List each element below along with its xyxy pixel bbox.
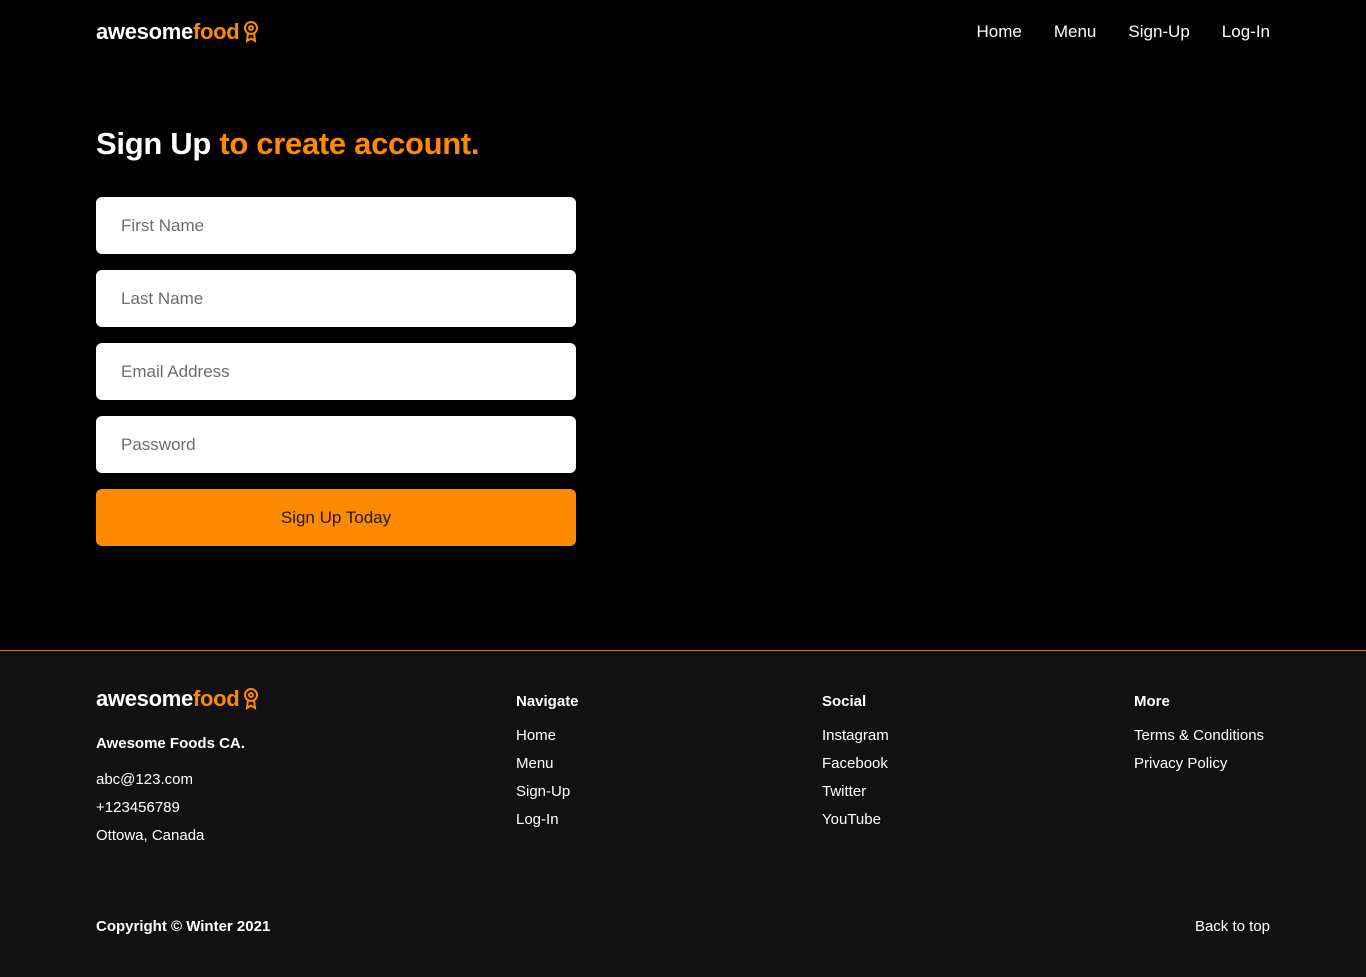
copyright-text: Copyright © Winter 2021	[96, 918, 271, 935]
footer-more-heading: More	[1134, 693, 1170, 710]
footer-social-heading: Social	[822, 693, 867, 710]
main-nav: Home Menu Sign-Up Log-In	[976, 22, 1270, 42]
footer-link-log-in[interactable]: Log-In	[516, 810, 579, 838]
footer-social-column: Social Instagram Facebook Twitter YouTub…	[822, 693, 889, 838]
footer-link-privacy[interactable]: Privacy Policy	[1134, 754, 1264, 782]
footer-link-home[interactable]: Home	[516, 726, 579, 754]
nav-home[interactable]: Home	[976, 22, 1021, 42]
first-name-input[interactable]	[96, 197, 576, 254]
brand-name-part1: awesome	[96, 19, 193, 44]
password-input[interactable]	[96, 416, 576, 473]
nav-menu[interactable]: Menu	[1054, 22, 1097, 42]
brand-name-part2: food	[192, 19, 240, 44]
contact-email: abc@123.com	[96, 771, 193, 788]
back-to-top-link[interactable]: Back to top	[1195, 918, 1270, 935]
company-name: Awesome Foods CA.	[96, 735, 245, 752]
page-title-orange: to create account.	[219, 126, 480, 161]
site-header: awesome food Home Menu Sign-Up Log-In	[0, 0, 1366, 70]
nav-sign-up[interactable]: Sign-Up	[1128, 22, 1189, 42]
footer-brand-name-part2: food	[192, 686, 240, 711]
footer-more-column: More Terms & Conditions Privacy Policy	[1134, 693, 1264, 782]
signup-form: Sign Up Today	[96, 197, 576, 546]
footer-navigate-column: Navigate Home Menu Sign-Up Log-In	[516, 693, 579, 838]
contact-location: Ottowa, Canada	[96, 827, 205, 844]
brand-logo[interactable]: awesome food	[96, 19, 259, 45]
nav-log-in[interactable]: Log-In	[1222, 22, 1270, 42]
contact-phone: +123456789	[96, 799, 180, 816]
page-title: Sign Up to create account.	[96, 126, 480, 162]
contact-info: abc@123.com +123456789 Ottowa, Canada	[96, 770, 204, 854]
award-badge-icon	[244, 688, 259, 710]
footer-link-youtube[interactable]: YouTube	[822, 810, 889, 838]
sign-up-button[interactable]: Sign Up Today	[96, 489, 576, 546]
footer-link-instagram[interactable]: Instagram	[822, 726, 889, 754]
footer-brand-name-part1: awesome	[96, 686, 193, 711]
footer-link-sign-up[interactable]: Sign-Up	[516, 782, 579, 810]
award-badge-icon	[244, 21, 259, 43]
email-input[interactable]	[96, 343, 576, 400]
footer-link-twitter[interactable]: Twitter	[822, 782, 889, 810]
footer-link-facebook[interactable]: Facebook	[822, 754, 889, 782]
site-footer: awesome food Awesome Foods CA. abc@123.co…	[0, 650, 1366, 977]
footer-brand-logo[interactable]: awesome food	[96, 686, 259, 712]
footer-link-menu[interactable]: Menu	[516, 754, 579, 782]
last-name-input[interactable]	[96, 270, 576, 327]
footer-navigate-heading: Navigate	[516, 693, 579, 710]
footer-link-terms[interactable]: Terms & Conditions	[1134, 726, 1264, 754]
page-title-white: Sign Up	[96, 126, 211, 161]
